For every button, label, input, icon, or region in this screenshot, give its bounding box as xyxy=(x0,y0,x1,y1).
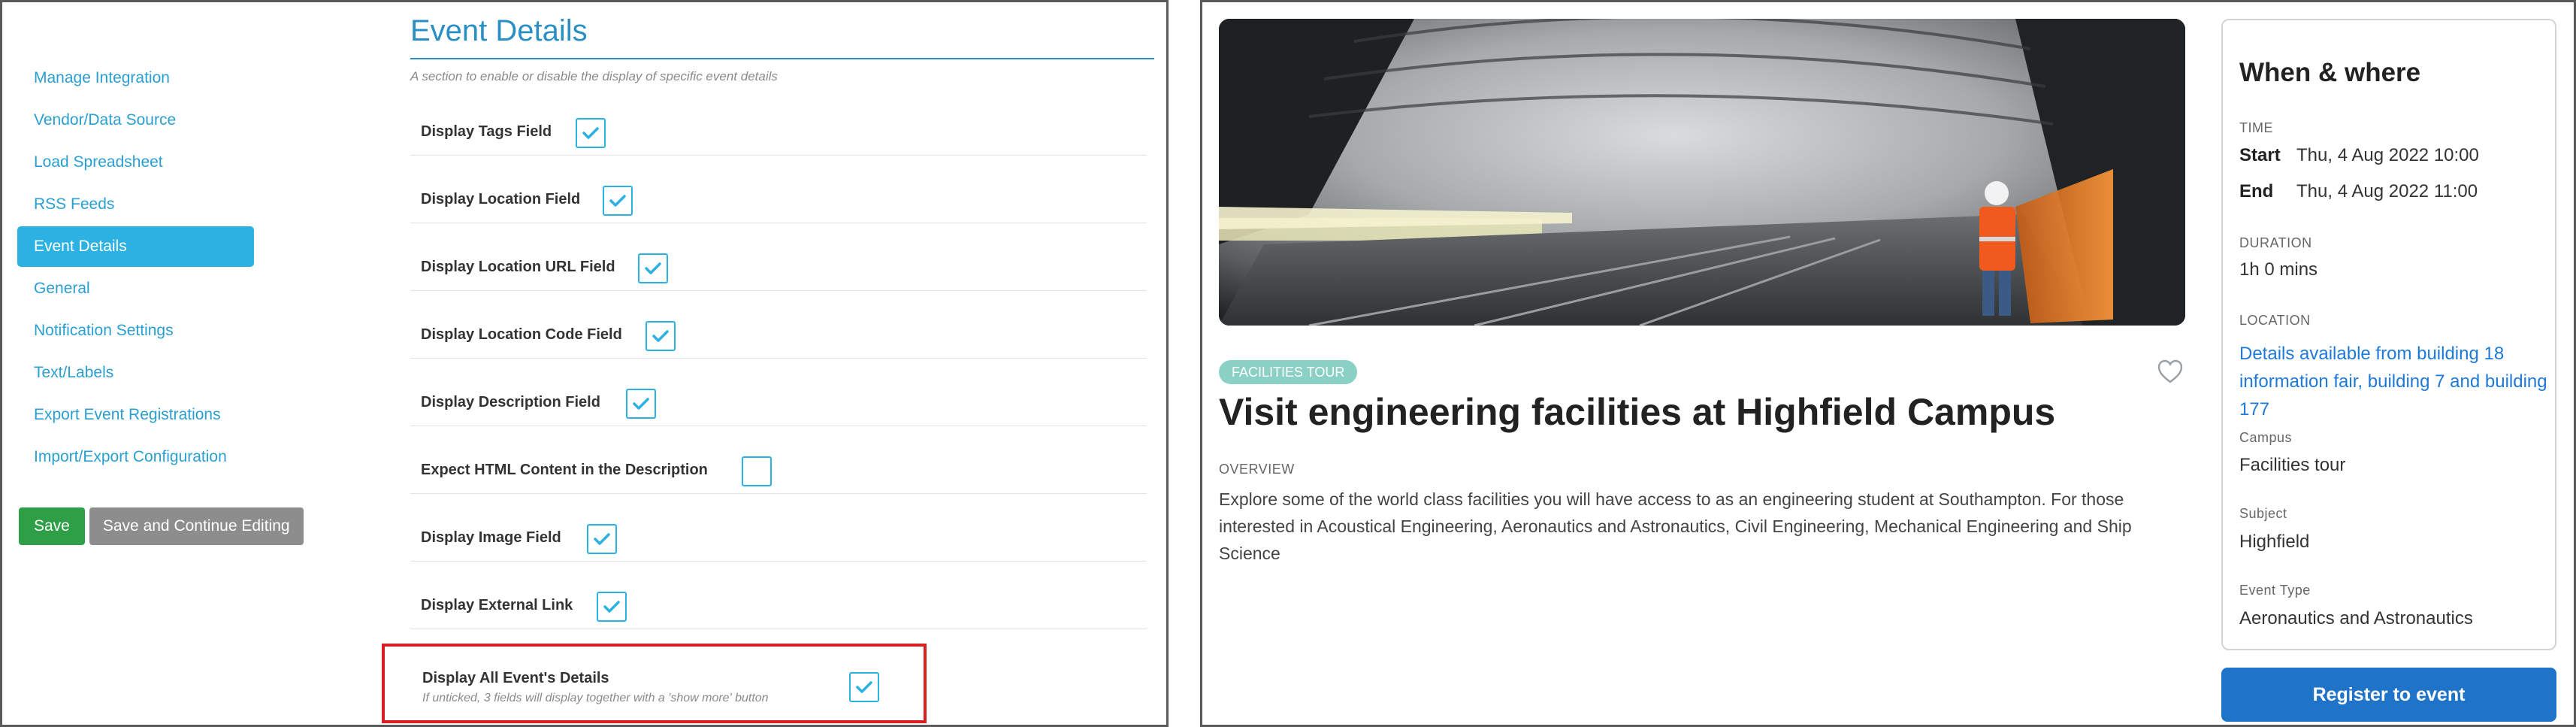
overview-label: OVERVIEW xyxy=(1219,462,1295,477)
field-label: Display Location URL Field xyxy=(421,259,615,275)
checkmark-icon xyxy=(633,398,649,410)
field-row-description: Display Description Field xyxy=(410,359,1147,426)
checkmark-icon xyxy=(609,195,626,207)
sidebar-item-notification-settings[interactable]: Notification Settings xyxy=(17,310,254,351)
event-tag-badge[interactable]: FACILITIES TOUR xyxy=(1219,360,1358,384)
location-link[interactable]: Details available from building 18 infor… xyxy=(2239,340,2555,423)
start-value: Thu, 4 Aug 2022 10:00 xyxy=(2296,145,2479,165)
field-label: Display Image Field xyxy=(421,529,561,546)
description-field-checkbox[interactable] xyxy=(626,389,656,419)
field-label: Display Location Field xyxy=(421,191,581,207)
event-type-value: Aeronautics and Astronautics xyxy=(2239,608,2473,629)
field-label: Display Tags Field xyxy=(421,123,552,140)
sidebar-item-general[interactable]: General xyxy=(17,268,254,309)
time-label: TIME xyxy=(2239,120,2273,135)
html-content-checkbox[interactable] xyxy=(742,456,772,486)
heart-icon[interactable] xyxy=(2157,359,2184,388)
sidebar-item-vendor-data-source[interactable]: Vendor/Data Source xyxy=(17,100,254,141)
section-title: Event Details xyxy=(410,14,588,47)
location-url-field-checkbox[interactable] xyxy=(638,253,668,283)
end-value: Thu, 4 Aug 2022 11:00 xyxy=(2296,181,2478,201)
register-button[interactable]: Register to event xyxy=(2221,668,2556,722)
save-and-continue-button[interactable]: Save and Continue Editing xyxy=(89,507,304,545)
event-title: Visit engineering facilities at Highfiel… xyxy=(1219,391,2056,433)
form-actions: Save Save and Continue Editing xyxy=(19,507,304,545)
settings-sidebar: Manage Integration Vendor/Data Source Lo… xyxy=(17,58,254,479)
checkmark-icon xyxy=(594,533,610,545)
end-key: End xyxy=(2239,181,2274,201)
field-label: Display Location Code Field xyxy=(421,326,622,343)
field-row-tags: Display Tags Field xyxy=(410,88,1147,156)
event-preview-panel: FACILITIES TOUR Visit engineering facili… xyxy=(1200,0,2576,727)
field-hint: If unticked, 3 fields will display toget… xyxy=(422,692,769,704)
section-description: A section to enable or disable the displ… xyxy=(410,69,778,83)
save-button[interactable]: Save xyxy=(19,507,85,545)
duration-label: DURATION xyxy=(2239,235,2312,250)
external-link-checkbox[interactable] xyxy=(597,592,627,622)
start-key: Start xyxy=(2239,145,2281,165)
field-label: Display All Event's Details xyxy=(422,670,609,686)
image-field-checkbox[interactable] xyxy=(587,524,617,554)
field-row-location: Display Location Field xyxy=(410,156,1147,223)
event-type-label: Event Type xyxy=(2239,583,2311,598)
field-label: Display Description Field xyxy=(421,394,600,410)
subject-value: Highfield xyxy=(2239,532,2310,552)
event-hero-image xyxy=(1219,19,2185,326)
sidebar-item-text-labels[interactable]: Text/Labels xyxy=(17,353,254,393)
field-row-location-code: Display Location Code Field xyxy=(410,291,1147,359)
field-label: Display External Link xyxy=(421,597,573,613)
card-title: When & where xyxy=(2239,58,2421,87)
checkmark-icon xyxy=(582,127,599,139)
sidebar-item-manage-integration[interactable]: Manage Integration xyxy=(17,58,254,98)
field-row-image: Display Image Field xyxy=(410,494,1147,562)
overview-text: Explore some of the world class faciliti… xyxy=(1219,489,2132,563)
tunnel-illustration xyxy=(1219,19,2185,326)
field-row-external-link: Display External Link xyxy=(410,562,1147,629)
section-divider xyxy=(410,58,1154,59)
sidebar-item-event-details[interactable]: Event Details xyxy=(17,226,254,267)
when-where-card: When & where TIME Start Thu, 4 Aug 2022 … xyxy=(2221,19,2556,650)
checkmark-icon xyxy=(652,330,669,342)
campus-label: Campus xyxy=(2239,430,2293,445)
checkmark-icon xyxy=(856,681,872,693)
location-label: LOCATION xyxy=(2239,313,2311,328)
campus-value: Facilities tour xyxy=(2239,455,2346,475)
display-all-details-checkbox[interactable] xyxy=(849,672,879,702)
tags-field-checkbox[interactable] xyxy=(576,118,606,148)
field-label: Expect HTML Content in the Description xyxy=(421,462,708,478)
location-field-checkbox[interactable] xyxy=(603,186,633,216)
sidebar-item-import-export-configuration[interactable]: Import/Export Configuration xyxy=(17,437,254,477)
sidebar-item-load-spreadsheet[interactable]: Load Spreadsheet xyxy=(17,142,254,183)
sidebar-item-export-event-registrations[interactable]: Export Event Registrations xyxy=(17,395,254,435)
highlighted-setting: Display All Event's Details If unticked,… xyxy=(382,644,927,723)
location-code-field-checkbox[interactable] xyxy=(646,321,676,351)
checkmark-icon xyxy=(645,262,661,274)
field-row-html-content: Expect HTML Content in the Description xyxy=(410,426,1147,494)
sidebar-item-rss-feeds[interactable]: RSS Feeds xyxy=(17,184,254,225)
subject-label: Subject xyxy=(2239,506,2287,521)
duration-value: 1h 0 mins xyxy=(2239,259,2318,280)
field-row-location-url: Display Location URL Field xyxy=(410,223,1147,291)
checkmark-icon xyxy=(603,601,620,613)
admin-panel: Manage Integration Vendor/Data Source Lo… xyxy=(0,0,1169,727)
